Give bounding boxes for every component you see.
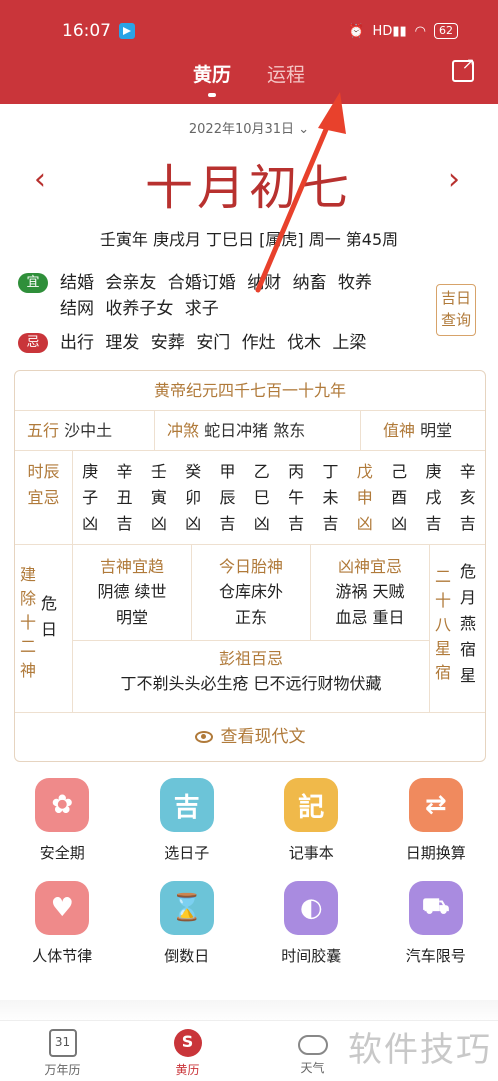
heart-icon: ♥ bbox=[35, 881, 90, 935]
flower-icon: ✿ bbox=[35, 778, 90, 832]
status-bar: 16:07 ⏰ HD▮▮ ◠ 62 bbox=[62, 18, 458, 44]
status-time: 16:07 bbox=[62, 21, 111, 41]
gods-row: 建除十二神 危日 吉神宜趋 阴德 续世 明堂 今日胎神 仓库床外 正东 凶神宜忌… bbox=[15, 545, 485, 713]
hour-col: 乙巳凶 bbox=[253, 462, 270, 533]
eye-icon bbox=[194, 731, 213, 743]
notebook-icon: 記 bbox=[284, 778, 339, 832]
era-title: 黄帝纪元四千七百一十九年 bbox=[15, 371, 485, 411]
tab-yuncheng[interactable]: 运程 bbox=[267, 60, 305, 93]
telegram-icon bbox=[119, 23, 135, 39]
xiongshen-box: 凶神宜忌 游祸 天贼 血忌 重日 bbox=[335, 557, 405, 627]
yiji-section: 宜 结婚 会亲友 合婚订婚 纳财 纳畜 牧养 结网 收养子女 求子 忌 出行 理… bbox=[18, 270, 398, 364]
tool-shijianjiaonang[interactable]: ◐ 时间胶囊 bbox=[249, 881, 374, 966]
hour-col: 辛丑吉 bbox=[116, 462, 133, 533]
ji-items: 出行 理发 安葬 安门 作灶 伐木 上梁 bbox=[60, 333, 367, 353]
nav-wannianli[interactable]: 31 万年历 bbox=[0, 1021, 125, 1081]
jianchu-value: 危日 bbox=[41, 594, 58, 639]
taishen-box: 今日胎神 仓库床外 正东 bbox=[192, 545, 311, 640]
view-modern-button[interactable]: 查看现代文 bbox=[15, 713, 485, 761]
hours-row: 时辰 宜忌 庚子凶 辛丑吉 壬寅凶 癸卯凶 甲辰吉 乙巳凶 丙午吉 丁未吉 戊申凶… bbox=[15, 451, 485, 545]
date-convert-icon: ⇄ bbox=[408, 778, 463, 832]
hour-col: 壬寅凶 bbox=[150, 462, 167, 533]
hours-label: 时辰 宜忌 bbox=[15, 451, 73, 544]
yi-badge: 宜 bbox=[18, 273, 48, 293]
xiu-cell: 二十八星宿 危月燕宿星 bbox=[429, 545, 485, 712]
lunar-date: 十月初七 bbox=[144, 160, 353, 216]
almanac-table: 黄帝纪元四千七百一十九年 五行 沙中土 冲煞 蛇日冲猪 煞东 值神 明堂 时辰宜… bbox=[14, 370, 486, 762]
tool-daoshuri[interactable]: ⌛ 倒数日 bbox=[125, 881, 250, 966]
gods-top: 吉神宜趋 阴德 续世 明堂 今日胎神 仓库床外 正东 凶神宜忌 游祸 天贼 血忌… bbox=[73, 545, 429, 641]
tool-riqihuansuan[interactable]: ⇄ 日期换算 bbox=[374, 778, 498, 863]
hour-col: 辛亥吉 bbox=[459, 462, 476, 533]
jianchu-cell: 建除十二神 危日 bbox=[15, 545, 73, 712]
gods-center: 吉神宜趋 阴德 续世 明堂 今日胎神 仓库床外 正东 凶神宜忌 游祸 天贼 血忌… bbox=[73, 545, 429, 712]
battery-icon: 62 bbox=[434, 23, 458, 39]
top-bar: 16:07 ⏰ HD▮▮ ◠ 62 黄历 运程 bbox=[0, 0, 498, 104]
hour-col: 癸卯凶 bbox=[185, 462, 202, 533]
tool-jishiben[interactable]: 記 记事本 bbox=[249, 778, 374, 863]
zhishen-cell: 值神 明堂 bbox=[383, 421, 453, 440]
jiri-query-button[interactable]: 吉日查询 bbox=[436, 284, 476, 336]
huangli-icon bbox=[173, 1029, 202, 1057]
hour-col: 甲辰吉 bbox=[219, 462, 236, 533]
hd-signal-icon: HD▮▮ bbox=[372, 23, 407, 39]
ganzhi-line: 壬寅年 庚戌月 丁巳日 [属虎] 周一 第45周 bbox=[99, 230, 399, 249]
tool-rentijielv[interactable]: ♥ 人体节律 bbox=[0, 881, 125, 966]
hour-col: 丙午吉 bbox=[288, 462, 305, 533]
top-tabs: 黄历 运程 bbox=[0, 60, 498, 97]
yi-items: 结婚 会亲友 合婚订婚 纳财 纳畜 牧养 结网 收养子女 求子 bbox=[60, 273, 373, 319]
date-selector[interactable]: 2022年10月31日 ⌄ bbox=[0, 118, 498, 137]
nav-huangli[interactable]: 黄历 bbox=[125, 1021, 250, 1081]
ji-badge: 忌 bbox=[18, 333, 48, 353]
tools-grid: ✿ 安全期 吉 选日子 記 记事本 ⇄ 日期换算 ♥ 人体节律 ⌛ 倒数日 ◐ … bbox=[0, 778, 498, 966]
xiu-value: 危月燕宿星 bbox=[460, 562, 477, 685]
next-day-icon[interactable]: › bbox=[448, 162, 460, 197]
tool-qichexianhao[interactable]: ⛟ 汽车限号 bbox=[374, 881, 498, 966]
wuxing-row: 五行 沙中土 冲煞 蛇日冲猪 煞东 值神 明堂 bbox=[15, 411, 485, 451]
xiu-label: 二十八星宿 bbox=[434, 567, 451, 682]
jianchu-label: 建除十二神 bbox=[19, 565, 36, 680]
cloud-icon bbox=[297, 1035, 328, 1055]
jishen-box: 吉神宜趋 阴德 续世 明堂 bbox=[73, 545, 192, 640]
tool-anquanqi[interactable]: ✿ 安全期 bbox=[0, 778, 125, 863]
capsule-icon: ◐ bbox=[284, 881, 339, 935]
chongsha-cell: 冲煞 蛇日冲猪 煞东 bbox=[155, 411, 361, 450]
wifi-icon: ◠ bbox=[414, 23, 426, 39]
hour-col: 庚子凶 bbox=[82, 462, 99, 533]
alarm-icon: ⏰ bbox=[348, 23, 365, 39]
hour-col: 庚戌吉 bbox=[425, 462, 442, 533]
tab-huangli[interactable]: 黄历 bbox=[193, 60, 231, 97]
tool-xuanrizi[interactable]: 吉 选日子 bbox=[125, 778, 250, 863]
wuxing-cell: 五行 沙中土 bbox=[15, 411, 155, 450]
share-icon[interactable] bbox=[452, 54, 475, 82]
watermark: 软件技巧 bbox=[348, 1030, 492, 1070]
car-icon: ⛟ bbox=[408, 881, 463, 935]
hourglass-icon: ⌛ bbox=[159, 881, 214, 935]
hour-col: 己酉凶 bbox=[391, 462, 408, 533]
pengzu-box: 彭祖百忌 丁不剃头头必生疮 巳不远行财物伏藏 bbox=[120, 649, 382, 693]
hour-col: 丁未吉 bbox=[322, 462, 339, 533]
calendar-icon: 31 bbox=[48, 1029, 77, 1057]
hour-col-current: 戊申凶 bbox=[356, 462, 373, 533]
ji-icon: 吉 bbox=[159, 778, 214, 832]
